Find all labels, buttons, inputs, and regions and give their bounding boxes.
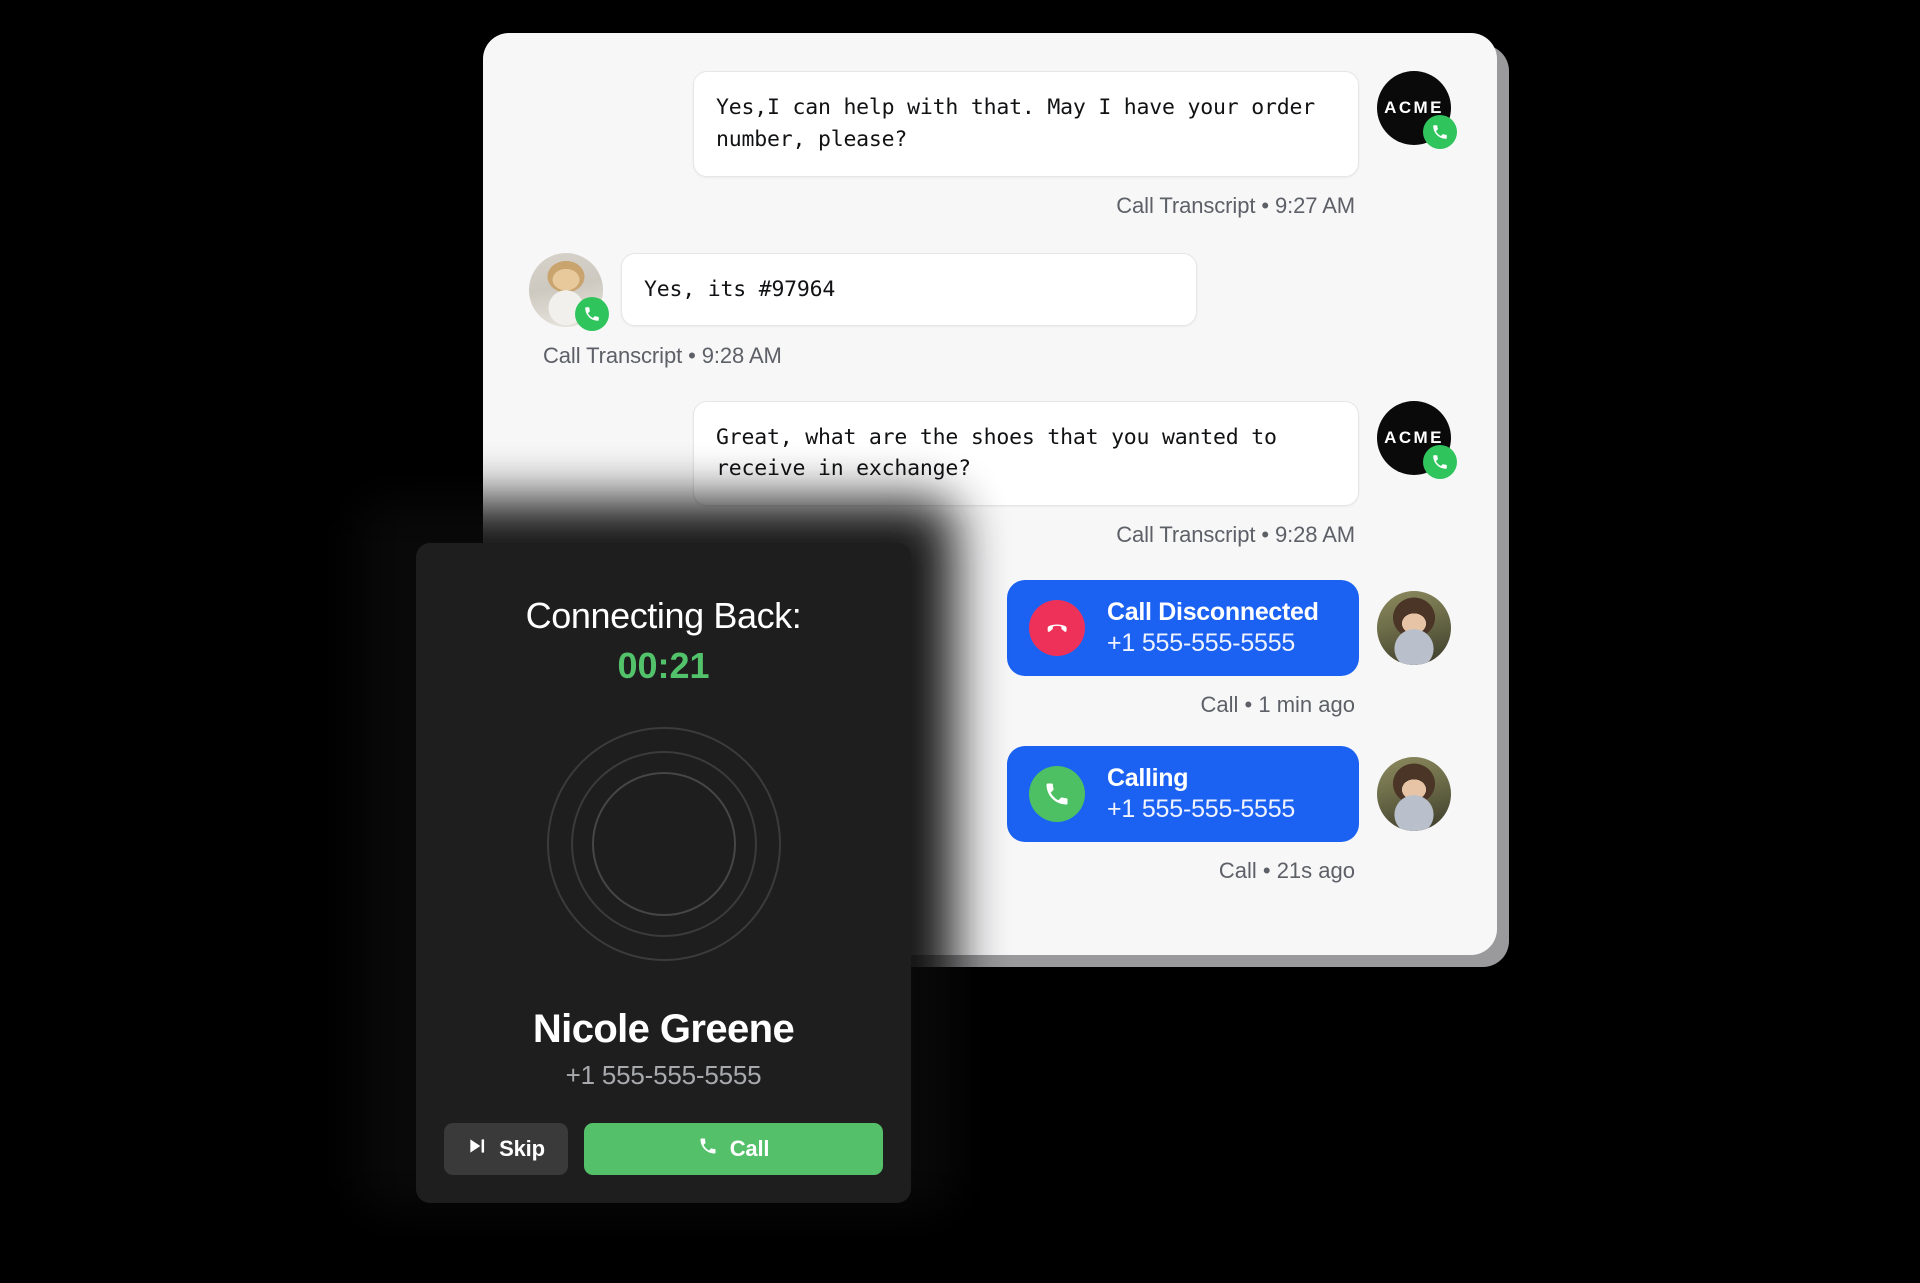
- phone-icon: [1029, 766, 1085, 823]
- message-meta: Call Transcript • 9:28 AM: [543, 342, 782, 368]
- call-actions: Skip Call: [444, 1123, 883, 1175]
- caller-number: +1 555-555-5555: [565, 1060, 762, 1090]
- message-row-customer-1: Yes, its #97964: [529, 252, 1451, 331]
- call-disconnected-card[interactable]: Call Disconnected +1 555-555-5555: [1007, 580, 1359, 677]
- call-event-number: +1 555-555-5555: [1107, 629, 1296, 658]
- message-row-agent-2: Great, what are the shoes that you wante…: [529, 400, 1457, 507]
- call-button[interactable]: Call: [584, 1123, 883, 1175]
- call-event-number: +1 555-555-5555: [1107, 795, 1296, 824]
- call-button-label: Call: [729, 1136, 770, 1161]
- avatar-contact: [1377, 591, 1451, 666]
- phone-hangup-icon: [1029, 600, 1085, 657]
- caller-avatar-pulse: [546, 727, 781, 961]
- phone-icon: [698, 1136, 718, 1162]
- avatar-contact-photo: [1377, 757, 1451, 832]
- avatar-acme: ACME: [1377, 71, 1457, 149]
- message-bubble: Yes, its #97964: [621, 252, 1197, 327]
- avatar-acme: ACME: [1377, 400, 1457, 479]
- phone-icon: [1423, 115, 1457, 149]
- connecting-back-call-card: Connecting Back: 00:21 Nicole Greene +1 …: [416, 543, 911, 1203]
- message-bubble: Yes,I can help with that. May I have you…: [693, 71, 1359, 177]
- call-event-title: Call Disconnected: [1107, 598, 1319, 627]
- skip-button[interactable]: Skip: [444, 1123, 568, 1175]
- avatar-customer: [529, 252, 609, 331]
- message-meta: Call Transcript • 9:27 AM: [1116, 192, 1355, 218]
- phone-icon: [575, 296, 609, 331]
- connecting-status-label: Connecting Back:: [525, 595, 802, 636]
- avatar-contact: [1377, 757, 1451, 832]
- caller-avatar: [608, 788, 720, 900]
- caller-name: Nicole Greene: [532, 1007, 795, 1051]
- call-timer: 00:21: [617, 645, 710, 686]
- avatar-contact-photo: [1377, 591, 1451, 666]
- message-bubble: Great, what are the shoes that you wante…: [693, 400, 1359, 507]
- message-row-agent-1: Yes,I can help with that. May I have you…: [529, 71, 1457, 177]
- skip-button-label: Skip: [499, 1136, 545, 1161]
- skip-forward-icon: [467, 1136, 487, 1162]
- calling-card[interactable]: Calling +1 555-555-5555: [1007, 746, 1359, 843]
- call-event-title: Calling: [1107, 764, 1189, 793]
- phone-icon: [1423, 444, 1457, 479]
